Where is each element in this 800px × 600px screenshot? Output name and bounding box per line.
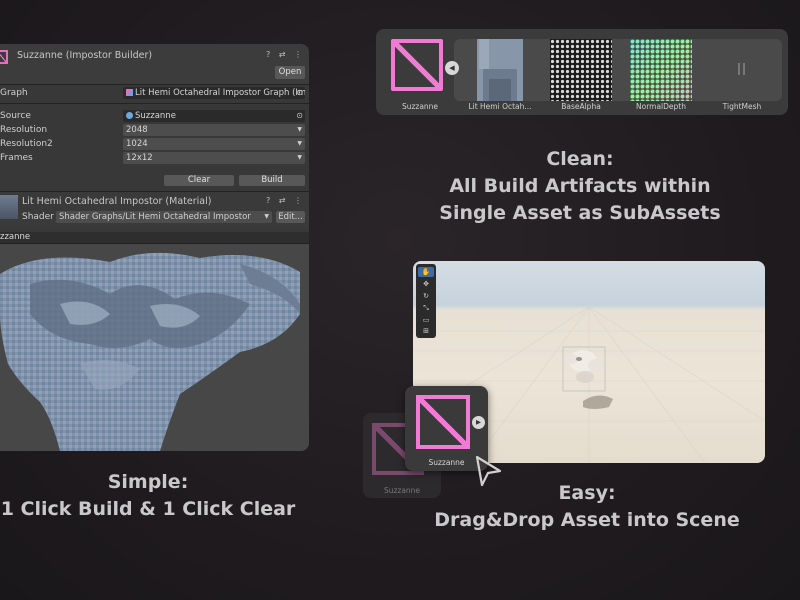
caption-clean: Clean: All Build Artifacts within Single… — [420, 146, 740, 227]
clear-button[interactable]: Clear — [164, 175, 234, 186]
frames-dropdown[interactable]: 12x12 ▼ — [123, 152, 305, 164]
material-header-icons[interactable]: ? ⇄ ⋮ — [266, 196, 305, 205]
caption-simple-line: 1 Click Build & 1 Click Clear — [0, 498, 296, 520]
caption-clean-line: Single Asset as SubAssets — [439, 202, 721, 224]
graph-field-value: Lit Hemi Octahedral Impostor Graph (Imp — [135, 88, 305, 98]
rotate-tool-icon[interactable]: ↻ — [418, 291, 434, 301]
caption-simple: Simple: 1 Click Build & 1 Click Clear — [0, 469, 296, 523]
move-tool-icon[interactable]: ✥ — [418, 279, 434, 289]
dropdown-arrow-icon: ▼ — [297, 154, 302, 161]
material-subasset-thumbnail[interactable] — [469, 39, 531, 101]
divider — [0, 84, 309, 85]
dropdown-arrow-icon: ▼ — [297, 126, 302, 133]
object-picker-icon[interactable]: ⊙ — [296, 87, 303, 99]
scale-tool-icon[interactable]: ⤡ — [418, 303, 434, 313]
frames-value: 12x12 — [126, 153, 153, 163]
impostor-asset-icon[interactable] — [391, 39, 443, 91]
basealpha-texture-thumbnail[interactable] — [550, 39, 612, 101]
suzzanne-impostor-model — [562, 346, 606, 392]
strip-label-tightmesh: TightMesh — [722, 102, 762, 111]
resolution2-label: Resolution2 — [0, 139, 53, 149]
impostor-preview[interactable] — [0, 244, 309, 451]
resolution2-dropdown[interactable]: 1024 ▼ — [123, 138, 305, 150]
edit-shader-button[interactable]: Edit... — [276, 211, 305, 223]
normaldepth-texture-thumbnail[interactable] — [630, 39, 692, 101]
build-button[interactable]: Build — [239, 175, 305, 186]
caption-easy: Easy: Drag&Drop Asset into Scene — [432, 480, 742, 534]
strip-label-material: Lit Hemi Octah... — [468, 102, 532, 111]
open-button[interactable]: Open — [275, 66, 305, 79]
strip-label-suzzanne: Suzzanne — [401, 102, 439, 111]
resolution-dropdown[interactable]: 2048 ▼ — [123, 124, 305, 136]
preview-header[interactable]: zzanne — [0, 232, 309, 244]
object-picker-icon[interactable]: ⊙ — [296, 110, 303, 122]
source-field-value: Suzzanne — [135, 111, 176, 121]
shader-value: Shader Graphs/Lit Hemi Octahedral Impost… — [59, 212, 251, 222]
impostor-builder-inspector: Suzzanne (Impostor Builder) ? ⇄ ⋮ Open G… — [0, 44, 309, 451]
transform-tool-icon[interactable]: ⊞ — [418, 326, 434, 336]
dropdown-arrow-icon: ▼ — [264, 213, 269, 220]
source-label: Source — [0, 111, 31, 121]
hand-tool-icon[interactable]: ✋ — [418, 267, 434, 277]
caption-simple-title: Simple: — [107, 471, 189, 493]
shader-graph-icon — [126, 89, 133, 96]
strip-label-basealpha: BaseAlpha — [561, 102, 601, 111]
divider — [0, 103, 309, 104]
tightmesh-subasset-thumbnail[interactable] — [711, 39, 773, 101]
mouse-cursor-icon — [475, 455, 502, 487]
expand-subassets-icon[interactable]: ▶ — [472, 416, 485, 429]
shader-label: Shader — [22, 212, 54, 222]
dropdown-arrow-icon: ▼ — [297, 140, 302, 147]
source-field[interactable]: Suzzanne ⊙ — [123, 110, 305, 122]
resolution2-value: 1024 — [126, 139, 148, 149]
scene-tools-toolbar: ✋ ✥ ↻ ⤡ ▭ ⊞ — [416, 264, 436, 338]
graph-field[interactable]: Lit Hemi Octahedral Impostor Graph (Imp … — [123, 87, 305, 99]
shader-dropdown[interactable]: Shader Graphs/Lit Hemi Octahedral Impost… — [56, 211, 272, 223]
resolution-label: Resolution — [0, 125, 48, 135]
caption-clean-line: All Build Artifacts within — [449, 175, 711, 197]
strip-label-normaldepth: NormalDepth — [636, 102, 686, 111]
mesh-icon — [126, 112, 133, 119]
inspector-header: Suzzanne (Impostor Builder) ? ⇄ ⋮ Open — [0, 44, 309, 84]
graph-label: Graph — [0, 88, 28, 98]
material-thumbnail — [0, 195, 18, 219]
impostor-preview-render — [0, 252, 300, 451]
caption-easy-line: Drag&Drop Asset into Scene — [434, 509, 740, 531]
impostor-asset-icon — [0, 50, 8, 64]
impostor-asset-icon — [416, 395, 470, 449]
inspector-header-icons[interactable]: ? ⇄ ⋮ — [266, 50, 305, 59]
rect-tool-icon[interactable]: ▭ — [418, 315, 434, 325]
material-header: Lit Hemi Octahedral Impostor (Material) … — [0, 192, 309, 228]
frames-label: Frames — [0, 153, 33, 163]
inspector-title: Suzzanne (Impostor Builder) — [17, 50, 153, 61]
ghost-asset-label: Suzzanne — [383, 486, 421, 495]
material-title: Lit Hemi Octahedral Impostor (Material) — [22, 196, 212, 207]
collapse-subassets-button[interactable]: ◀ — [445, 61, 459, 75]
caption-clean-title: Clean: — [546, 148, 614, 170]
resolution-value: 2048 — [126, 125, 148, 135]
